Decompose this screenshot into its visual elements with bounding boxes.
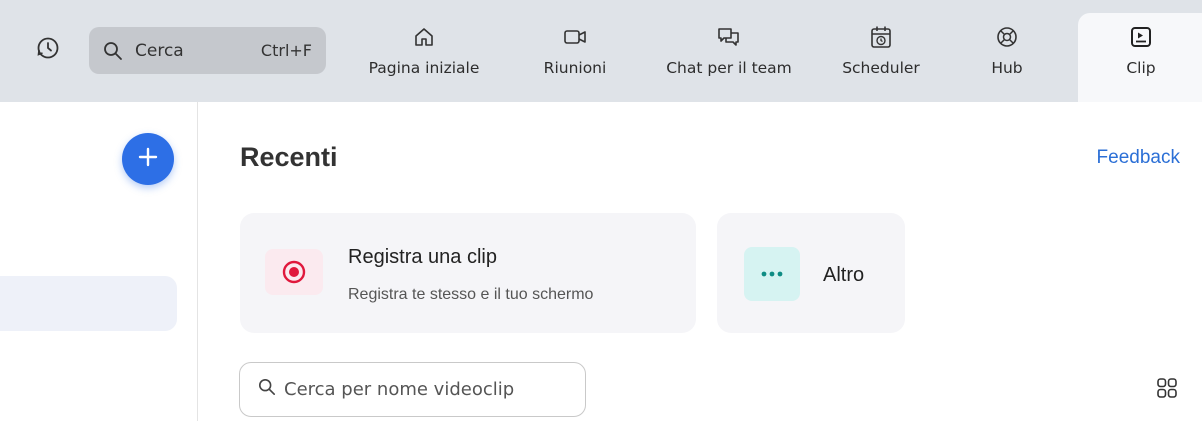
calendar-clock-icon bbox=[868, 24, 894, 50]
tab-label: Scheduler bbox=[842, 59, 920, 77]
search-shortcut: Ctrl+F bbox=[260, 41, 312, 60]
more-icon bbox=[744, 247, 800, 301]
tab-pagina-iniziale[interactable]: Pagina iniziale bbox=[358, 24, 490, 94]
feedback-link[interactable]: Feedback bbox=[1097, 147, 1180, 169]
video-icon bbox=[562, 24, 588, 50]
record-clip-title: Registra una clip bbox=[348, 246, 497, 268]
record-icon bbox=[265, 249, 323, 295]
tab-chat-per-il-team[interactable]: Chat per il team bbox=[650, 24, 808, 94]
history-button[interactable] bbox=[28, 34, 68, 66]
page-title: Recenti bbox=[240, 142, 338, 172]
search-icon bbox=[258, 378, 276, 401]
top-navigation-bar: Cerca Ctrl+F Pagina iniziale Riunioni Ch… bbox=[0, 0, 1202, 102]
history-icon bbox=[35, 35, 61, 66]
tab-label: Riunioni bbox=[543, 59, 607, 77]
chat-icon bbox=[716, 24, 742, 50]
clip-icon bbox=[1128, 24, 1154, 50]
new-clip-button[interactable] bbox=[122, 133, 174, 185]
tab-clip[interactable]: Clip bbox=[1110, 24, 1172, 94]
sidebar-selected-item[interactable] bbox=[0, 276, 177, 331]
tab-label: Hub bbox=[991, 59, 1023, 77]
plus-icon bbox=[137, 146, 159, 173]
tab-hub[interactable]: Hub bbox=[975, 24, 1039, 94]
search-label: Cerca bbox=[135, 40, 184, 61]
home-icon bbox=[411, 24, 437, 50]
tab-label: Clip bbox=[1126, 59, 1156, 77]
clip-search-input[interactable]: Cerca per nome videoclip bbox=[239, 362, 586, 417]
tab-scheduler[interactable]: Scheduler bbox=[831, 24, 931, 94]
grid-view-icon bbox=[1156, 377, 1178, 404]
search-icon bbox=[103, 41, 123, 61]
more-card-title: Altro bbox=[823, 264, 865, 286]
tab-label: Chat per il team bbox=[666, 59, 792, 77]
global-search-box[interactable]: Cerca Ctrl+F bbox=[89, 27, 326, 74]
hub-icon bbox=[994, 24, 1020, 50]
record-clip-subtitle: Registra te stesso e il tuo schermo bbox=[348, 286, 594, 303]
tab-riunioni[interactable]: Riunioni bbox=[535, 24, 615, 94]
clip-search-placeholder: Cerca per nome videoclip bbox=[284, 379, 515, 400]
grid-view-button[interactable] bbox=[1155, 377, 1179, 404]
tab-label: Pagina iniziale bbox=[368, 59, 480, 77]
